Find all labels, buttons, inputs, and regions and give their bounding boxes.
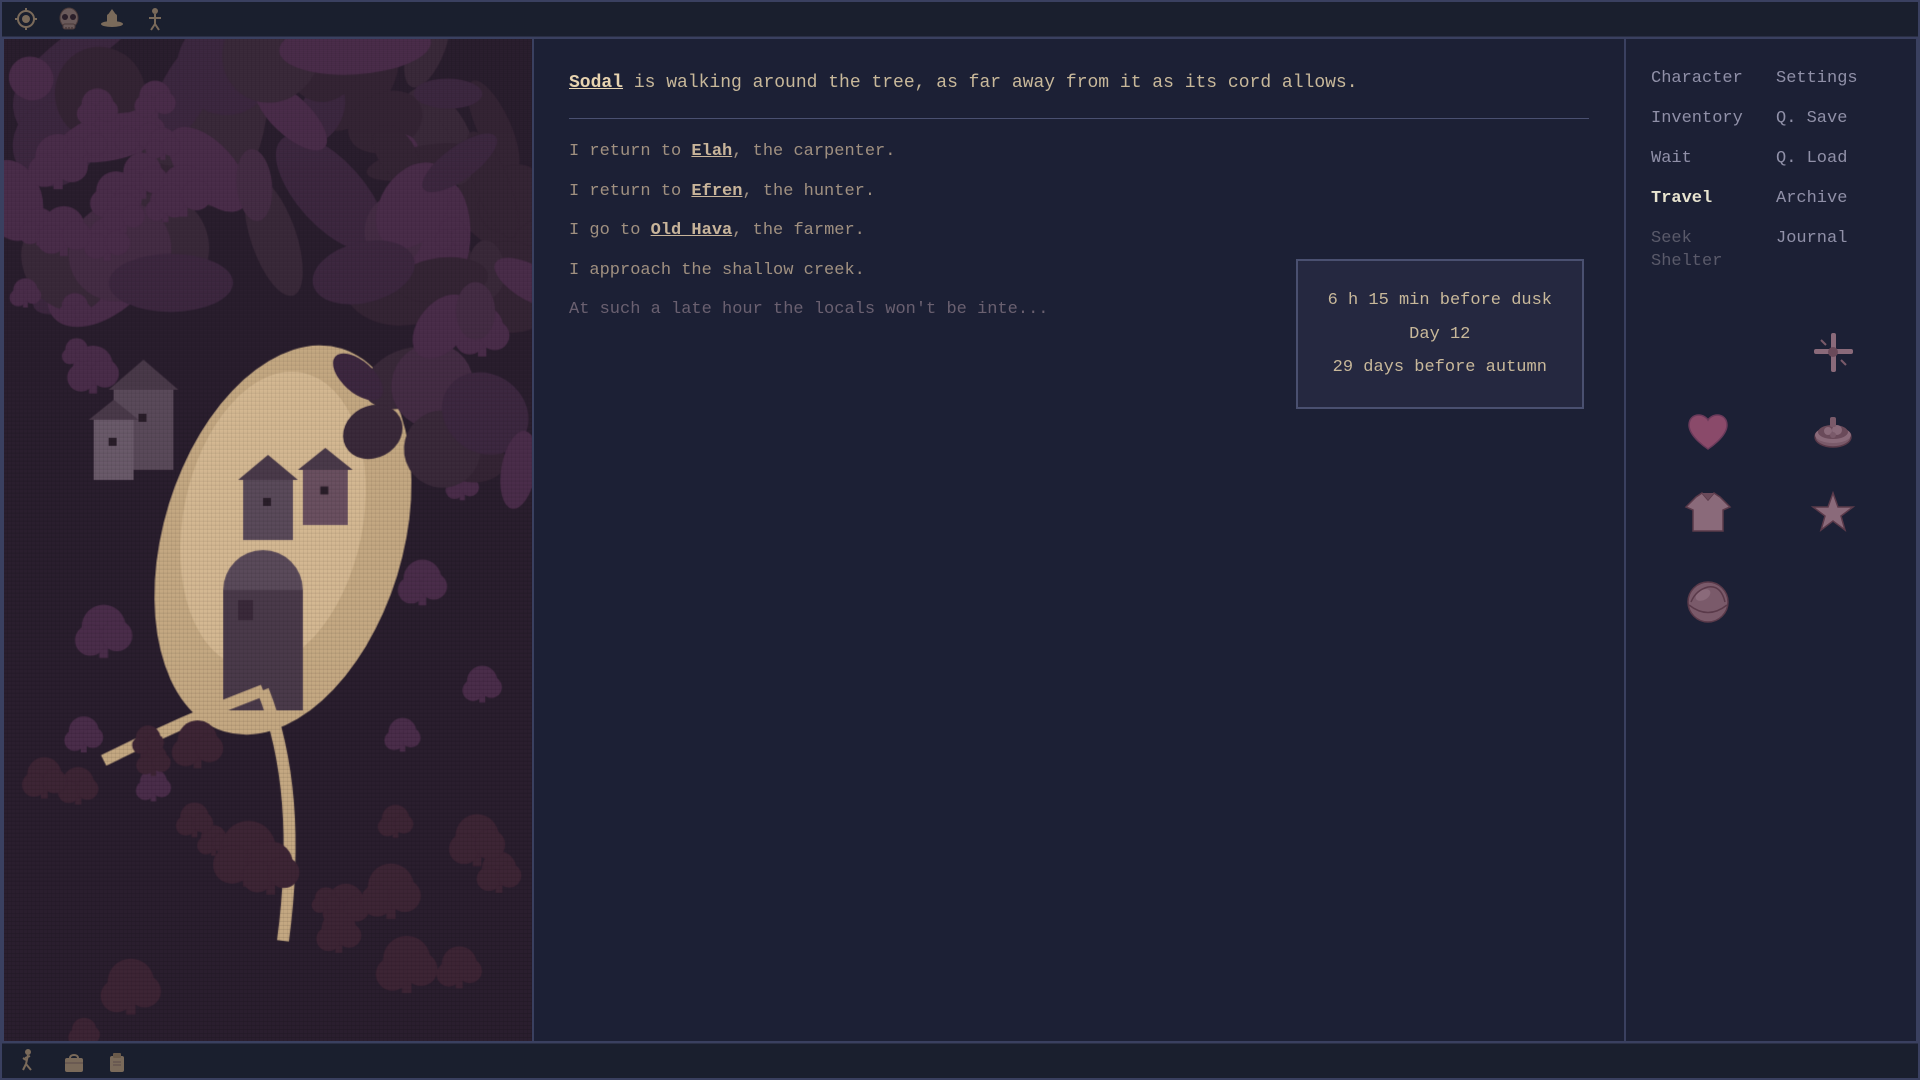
menu-travel[interactable]: Travel xyxy=(1646,179,1771,219)
menu-inventory[interactable]: Inventory xyxy=(1646,99,1771,139)
narrative-intro: Sodal is walking around the tree, as far… xyxy=(569,69,1589,98)
item-icon[interactable] xyxy=(103,1047,131,1075)
game-container: Sodal is walking around the tree, as far… xyxy=(0,0,1920,1080)
time-day: Day 12 xyxy=(1328,321,1552,348)
action-item-1[interactable]: I return to Elah, the carpenter. xyxy=(569,139,1589,165)
bottom-bar xyxy=(2,1043,1918,1078)
health-icon[interactable] xyxy=(1679,402,1739,462)
text-divider xyxy=(569,118,1589,119)
text-panel: Sodal is walking around the tree, as far… xyxy=(534,39,1626,1040)
time-before-dusk: 6 h 15 min before dusk xyxy=(1328,287,1552,314)
clothing-icon[interactable] xyxy=(1679,482,1739,542)
icon-grid xyxy=(1646,312,1896,642)
menu-wait[interactable]: Wait xyxy=(1646,139,1771,179)
menu-character[interactable]: Character xyxy=(1646,59,1771,99)
map-panel xyxy=(4,39,534,1040)
menu-qsave[interactable]: Q. Save xyxy=(1771,99,1896,139)
action-item-3[interactable]: I go to Old Hava, the farmer. xyxy=(569,218,1589,244)
time-popup: 6 h 15 min before dusk Day 12 29 days be… xyxy=(1296,259,1584,409)
side-panel: Character Settings Inventory Q. Save Wai… xyxy=(1626,39,1916,1040)
menu-archive[interactable]: Archive xyxy=(1771,179,1896,219)
map-canvas xyxy=(4,39,532,1040)
time-before-season: 29 days before autumn xyxy=(1328,354,1552,381)
star-icon[interactable] xyxy=(1804,482,1864,542)
sun-icon[interactable] xyxy=(12,5,40,33)
skull-icon[interactable] xyxy=(55,5,83,33)
intro-character: Sodal xyxy=(569,73,623,93)
menu-journal[interactable]: Journal xyxy=(1771,219,1896,283)
top-bar xyxy=(2,2,1918,37)
bag-icon[interactable] xyxy=(60,1047,88,1075)
food-icon[interactable] xyxy=(1804,402,1864,462)
menu-settings[interactable]: Settings xyxy=(1771,59,1896,99)
intro-text-content: is walking around the tree, as far away … xyxy=(623,73,1358,93)
walk-icon[interactable] xyxy=(17,1047,45,1075)
main-content: Sodal is walking around the tree, as far… xyxy=(2,37,1918,1042)
menu-qload[interactable]: Q. Load xyxy=(1771,139,1896,179)
action-item-2[interactable]: I return to Efren, the hunter. xyxy=(569,179,1589,205)
npc-elah: Elah xyxy=(691,142,732,161)
hat-icon[interactable] xyxy=(98,5,126,33)
menu-grid: Character Settings Inventory Q. Save Wai… xyxy=(1646,59,1896,282)
menu-seekshelter: Seek Shelter xyxy=(1646,219,1771,283)
npc-efren: Efren xyxy=(691,182,742,201)
npc-old-hava: Old Hava xyxy=(651,221,733,240)
figure-icon[interactable] xyxy=(141,5,169,33)
tools-icon[interactable] xyxy=(1804,322,1864,382)
orb-icon[interactable] xyxy=(1679,572,1739,632)
